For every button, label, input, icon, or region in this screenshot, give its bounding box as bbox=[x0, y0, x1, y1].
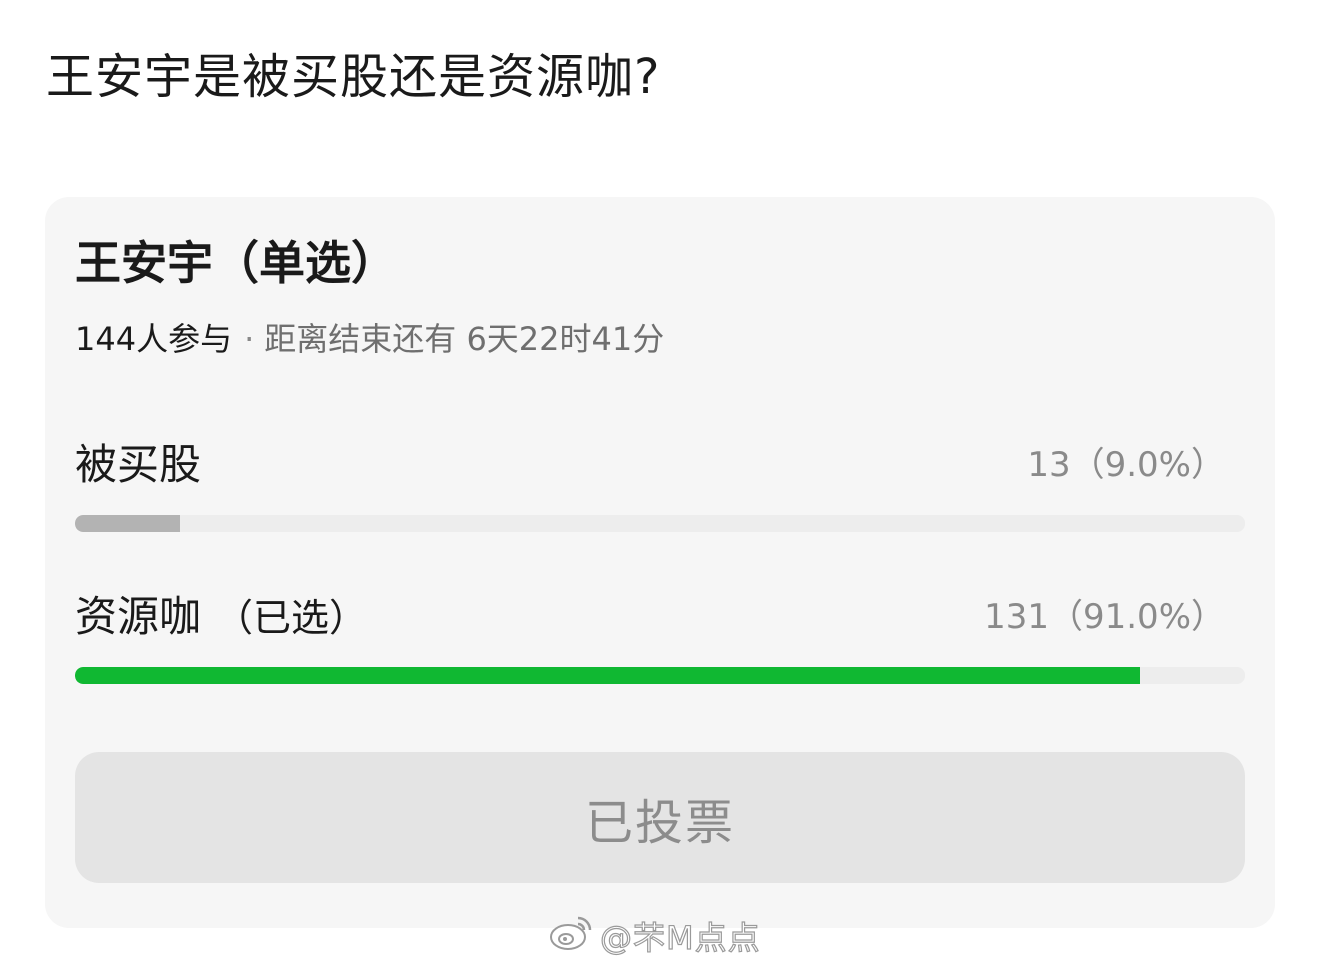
poll-meta: 144人参与 · 距离结束还有 6天22时41分 bbox=[75, 317, 664, 361]
option-vote-count: 131（91.0%） bbox=[984, 597, 1225, 637]
voted-button[interactable]: 已投票 bbox=[75, 752, 1245, 883]
option-label-text: 资源咖 bbox=[75, 592, 202, 641]
option-label-text: 被买股 bbox=[75, 440, 202, 489]
meta-separator: · bbox=[244, 320, 255, 358]
question-text: 王安宇是被买股还是资源咖? bbox=[46, 49, 661, 105]
option-progress-fill bbox=[75, 667, 1140, 684]
option-progress-track bbox=[75, 667, 1245, 684]
option-progress-track bbox=[75, 515, 1245, 532]
weibo-logo-icon bbox=[548, 912, 594, 960]
poll-title: 王安宇（单选） bbox=[75, 236, 397, 290]
option-label: 资源咖 （已选） bbox=[75, 589, 367, 646]
watermark: @芣M点点 bbox=[548, 912, 761, 960]
poll-screen: 王安宇是被买股还是资源咖? 王安宇（单选） 144人参与 · 距离结束还有 6天22… bbox=[0, 0, 1320, 969]
option-progress-fill bbox=[75, 515, 181, 532]
watermark-text: @芣M点点 bbox=[599, 918, 761, 957]
selected-marker: （已选） bbox=[215, 596, 368, 640]
option-vote-count: 13（9.0%） bbox=[1027, 445, 1225, 485]
participant-count: 144人参与 bbox=[75, 320, 233, 358]
time-remaining: 距离结束还有 6天22时41分 bbox=[264, 320, 665, 358]
option-label: 被买股 bbox=[75, 437, 201, 493]
poll-card: 王安宇（单选） 144人参与 · 距离结束还有 6天22时41分 被买股 13（9.… bbox=[45, 197, 1275, 928]
